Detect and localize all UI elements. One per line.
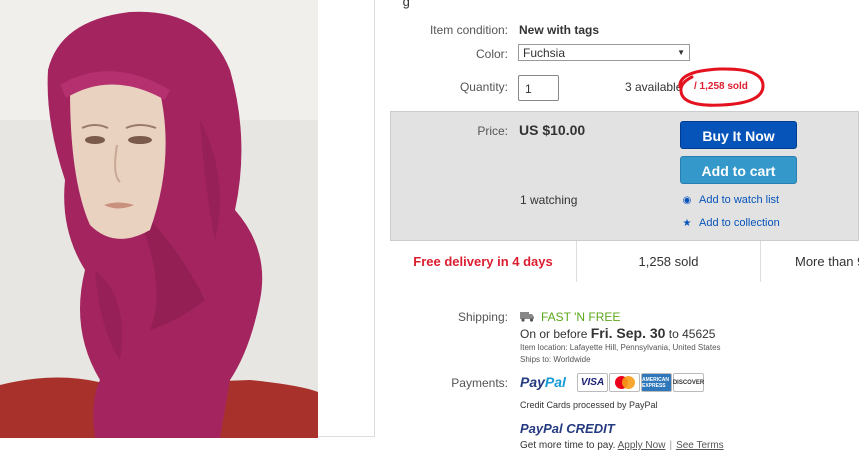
red-circle-annotation bbox=[678, 67, 765, 107]
apply-now-link[interactable]: Apply Now bbox=[618, 440, 666, 451]
quantity-label: Quantity: bbox=[459, 80, 508, 94]
color-select-value: Fuchsia bbox=[523, 46, 566, 60]
delivery-zip: to 45625 bbox=[668, 327, 716, 341]
visa-icon: VISA bbox=[577, 373, 608, 392]
sold-count-badge: 1,258 sold bbox=[577, 241, 761, 282]
color-select[interactable]: Fuchsia ▼ bbox=[518, 44, 690, 61]
listing-page: ▔ g Item condition: New with tags Color:… bbox=[0, 0, 859, 453]
product-image[interactable] bbox=[0, 0, 318, 438]
price-value: US $10.00 bbox=[519, 122, 586, 138]
on-or-before-text: On or before bbox=[520, 327, 588, 341]
discover-icon: DISCOVER bbox=[673, 373, 704, 392]
truck-icon bbox=[520, 312, 534, 322]
credit-card-note: Credit Cards processed by PayPal bbox=[520, 400, 658, 410]
collection-label: Add to collection bbox=[699, 217, 780, 229]
fast-n-free-label: FAST 'N FREE bbox=[541, 310, 621, 324]
more-than-badge: More than 9 bbox=[795, 254, 859, 269]
fast-n-free: FAST 'N FREE bbox=[520, 310, 620, 324]
watch-list-label: Add to watch list bbox=[699, 194, 780, 206]
buy-it-now-button[interactable]: Buy It Now bbox=[680, 121, 797, 149]
paypal-logo: PayPal bbox=[520, 374, 566, 390]
price-label: Price: bbox=[477, 124, 508, 138]
mastercard-icon bbox=[609, 373, 640, 392]
get-more-text: Get more time to pay. bbox=[520, 440, 616, 451]
star-icon: ★ bbox=[682, 218, 692, 229]
shipping-label: Shipping: bbox=[457, 310, 508, 324]
delivery-estimate: On or before Fri. Sep. 30 to 45625 bbox=[520, 325, 715, 341]
watching-count: 1 watching bbox=[520, 193, 578, 207]
dropdown-arrow-icon: ▼ bbox=[677, 48, 685, 57]
add-to-watch-list-link[interactable]: ◉ Add to watch list bbox=[681, 194, 779, 206]
quantity-input[interactable]: 1 bbox=[518, 75, 559, 101]
card-logos: VISA AMERICAN EXPRESS DISCOVER bbox=[577, 373, 704, 392]
add-to-cart-button[interactable]: Add to cart bbox=[680, 156, 797, 184]
listing-title: ▔ g bbox=[389, 0, 410, 9]
delivery-date: Fri. Sep. 30 bbox=[590, 325, 666, 341]
image-frame bbox=[318, 0, 375, 437]
get-more-time: Get more time to pay. Apply Now | See Term… bbox=[520, 440, 724, 451]
highlights-strip: Free delivery in 4 days 1,258 sold More … bbox=[390, 240, 859, 282]
see-terms-link[interactable]: See Terms bbox=[676, 440, 724, 451]
add-to-collection-link[interactable]: ★ Add to collection bbox=[681, 217, 780, 229]
ships-to: Ships to: Worldwide bbox=[520, 355, 591, 364]
payments-label: Payments: bbox=[451, 376, 508, 390]
amex-icon: AMERICAN EXPRESS bbox=[641, 373, 672, 392]
eye-icon: ◉ bbox=[682, 195, 692, 206]
condition-value: New with tags bbox=[519, 23, 600, 37]
condition-label: Item condition: bbox=[429, 23, 508, 37]
item-location: Item location: Lafayette Hill, Pennsylva… bbox=[520, 343, 721, 352]
mannequin-hijab-illustration bbox=[0, 0, 318, 438]
paypal-credit-logo: PayPal CREDIT bbox=[520, 421, 615, 436]
free-delivery-badge: Free delivery in 4 days bbox=[390, 241, 577, 282]
color-label: Color: bbox=[475, 47, 508, 61]
